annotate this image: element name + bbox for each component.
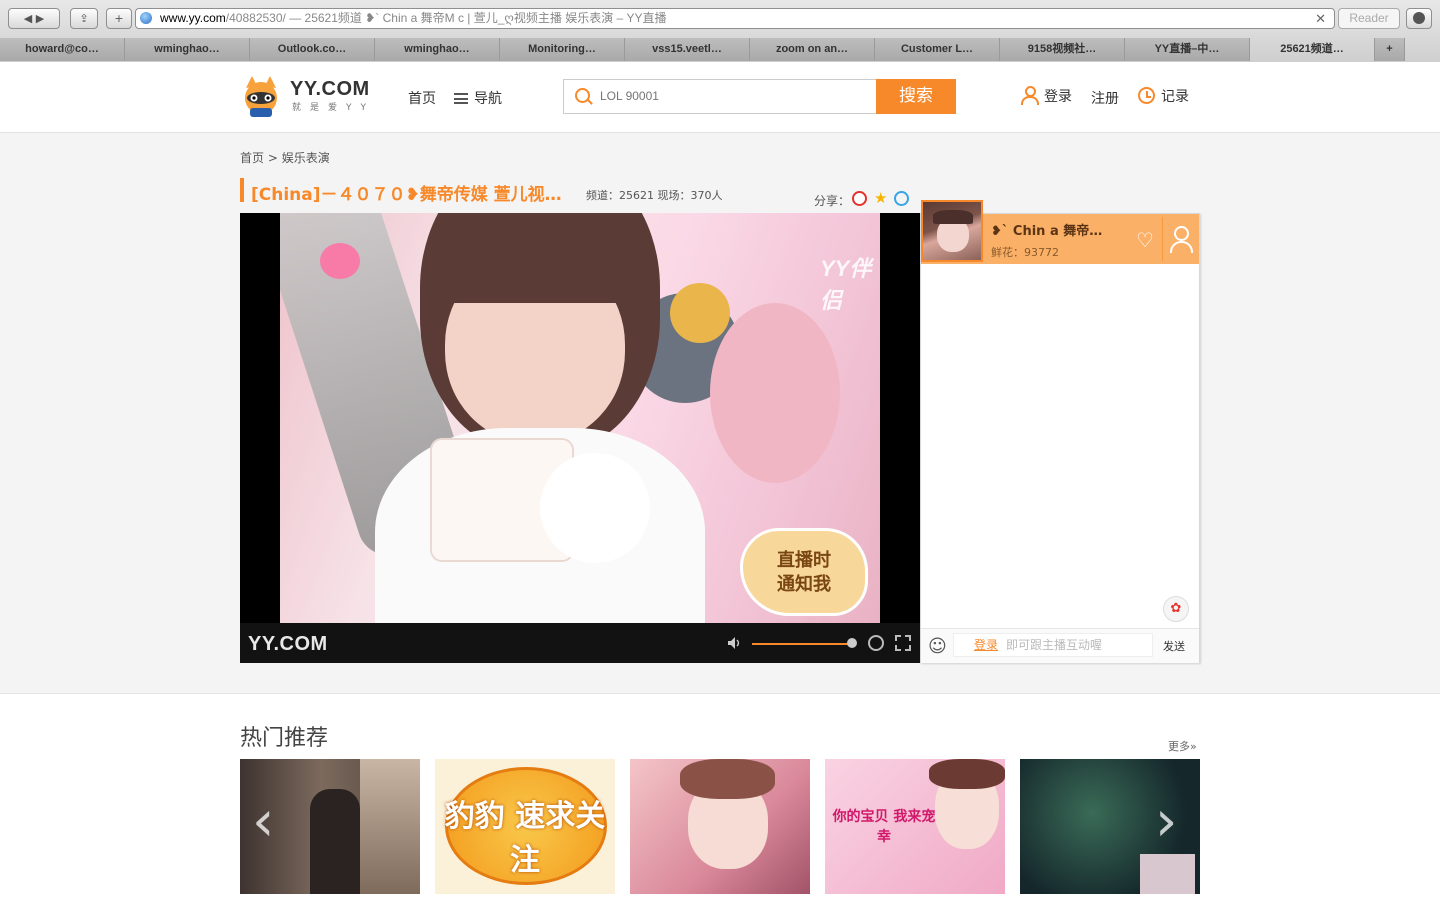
new-page-button[interactable]: + xyxy=(106,8,132,29)
history-link[interactable]: 记录 xyxy=(1138,86,1189,106)
more-link[interactable]: 更多» xyxy=(1168,738,1197,754)
browser-tab[interactable]: Customer L… xyxy=(875,38,1000,61)
recommendation-thumbnail[interactable]: 你的宝贝 我来宠幸 xyxy=(825,759,1005,894)
browser-tab-active[interactable]: 25621频道… xyxy=(1250,38,1375,61)
thumb-caption: 豹豹 速求关注 xyxy=(444,799,606,878)
user-icon xyxy=(1020,86,1039,105)
nav-menu-label: 导航 xyxy=(474,91,502,107)
clock-icon xyxy=(1138,87,1155,104)
login-link[interactable]: 登录 xyxy=(1020,86,1072,106)
qzone-star-icon[interactable]: ★ xyxy=(874,191,889,206)
browser-tab[interactable]: zoom on an… xyxy=(750,38,875,61)
volume-slider[interactable] xyxy=(752,643,850,645)
search-icon xyxy=(575,88,590,103)
browser-tab[interactable]: vss15.veetl… xyxy=(625,38,750,61)
reader-button[interactable]: Reader xyxy=(1338,8,1400,29)
browser-tab[interactable]: howard@co… xyxy=(0,38,125,61)
nav-home-link[interactable]: 首页 xyxy=(408,88,436,108)
download-icon xyxy=(1413,12,1425,24)
chat-input-hint: 即可跟主播互动喔 xyxy=(1006,638,1103,652)
breadcrumb-current[interactable]: 娱乐表演 xyxy=(282,151,330,165)
heart-icon[interactable]: ♡ xyxy=(1136,230,1154,250)
thumb-caption: 你的宝贝 我来宠幸 xyxy=(832,809,936,845)
chat-login-link[interactable]: 登录 xyxy=(974,638,998,652)
history-label: 记录 xyxy=(1161,89,1189,105)
share-page-button[interactable]: ⇪ xyxy=(70,8,98,29)
room-title: [China]－４０７０❥舞帝传媒 萱儿视… xyxy=(251,185,562,205)
flower-count: 鲜花：93772 xyxy=(991,246,1059,259)
browser-tab[interactable]: Outlook.co… xyxy=(250,38,375,61)
notify-line1: 直播时 xyxy=(777,550,831,571)
tencent-share-icon[interactable] xyxy=(894,191,909,206)
new-tab-button[interactable]: + xyxy=(1375,38,1405,61)
audience-count: 现场：370人 xyxy=(657,189,723,202)
browser-tab[interactable]: Monitoring… xyxy=(500,38,625,61)
address-url: www.yy.com/40882530/ — 25621频道 ❥` Chin a… xyxy=(160,11,667,25)
live-video-feed[interactable]: YY伴侣 直播时通知我 xyxy=(280,213,880,623)
channel-number: 频道：25621 xyxy=(586,189,654,202)
mic-icon[interactable]: ✿ xyxy=(1163,596,1189,622)
search-input[interactable] xyxy=(598,88,862,104)
address-bar[interactable]: www.yy.com/40882530/ — 25621频道 ❥` Chin a… xyxy=(135,8,1335,29)
breadcrumb: 首页 > 娱乐表演 xyxy=(240,149,330,166)
breadcrumb-home[interactable]: 首页 xyxy=(240,151,264,165)
hot-title: 热门推荐 xyxy=(240,726,329,751)
bullet-comments-toggle-icon[interactable] xyxy=(868,635,884,651)
title-accent-bar xyxy=(240,178,244,202)
notify-me-badge[interactable]: 直播时 通知我 xyxy=(740,528,868,616)
volume-slider-handle[interactable] xyxy=(847,638,857,648)
nav-menu-link[interactable]: 导航 xyxy=(454,88,502,108)
anchor-info-bar: ❥` Chin a 舞帝… 鲜花：93772 ♡ xyxy=(921,200,1200,264)
back-forward-buttons[interactable]: ◀ ▶ xyxy=(8,8,60,29)
carousel-next-icon[interactable]: › xyxy=(1155,794,1177,850)
yy-companion-watermark: YY伴侣 xyxy=(820,256,872,313)
send-button[interactable]: 发送 xyxy=(1163,638,1185,654)
carousel-prev-icon[interactable]: ‹ xyxy=(252,794,274,850)
emoji-icon[interactable]: ☺ xyxy=(928,638,947,656)
site-header: YY.COM 就是爱YY 首页 导航 搜索 登录 注册 记录 xyxy=(0,62,1440,133)
anchor-name[interactable]: ❥` Chin a 舞帝… xyxy=(991,220,1102,239)
breadcrumb-separator: > xyxy=(267,151,278,165)
logo-text[interactable]: YY.COM xyxy=(290,78,370,101)
browser-tab[interactable]: YY直播–中… xyxy=(1125,38,1250,61)
player-watermark: YY.COM xyxy=(248,633,328,655)
weibo-share-icon[interactable] xyxy=(852,191,867,206)
browser-chrome: ◀ ▶ ⇪ + www.yy.com/40882530/ — 25621频道 ❥… xyxy=(0,0,1440,63)
volume-icon[interactable] xyxy=(727,636,741,650)
browser-tab[interactable]: wminghao… xyxy=(125,38,250,61)
register-link[interactable]: 注册 xyxy=(1091,88,1119,108)
logo-slogan: 就是爱YY xyxy=(292,103,375,113)
share-label: 分享： xyxy=(814,194,851,208)
search-box xyxy=(563,79,877,114)
profile-icon[interactable] xyxy=(1162,217,1200,261)
yy-raccoon-logo-icon[interactable] xyxy=(240,74,282,118)
notify-line2: 通知我 xyxy=(777,574,831,595)
downloads-button[interactable] xyxy=(1406,8,1432,29)
search-button[interactable]: 搜索 xyxy=(876,79,956,114)
anchor-avatar[interactable] xyxy=(921,200,983,262)
hot-recommendations: 热门推荐 更多» 豹豹 速求关注 你的宝贝 我来宠幸 ‹ › xyxy=(0,693,1440,901)
video-player[interactable]: YY伴侣 直播时通知我 YY.COM xyxy=(240,213,920,663)
chat-input-row: ☺ 登录 即可跟主播互动喔 发送 xyxy=(921,628,1199,663)
browser-tab[interactable]: 9158视频社… xyxy=(1000,38,1125,61)
room-info: 频道：25621 现场：370人 xyxy=(586,187,723,203)
recommendation-thumbnail[interactable]: 豹豹 速求关注 xyxy=(435,759,615,894)
chat-panel: ❥` Chin a 舞帝… 鲜花：93772 ♡ ✿ ☺ 登录 即可跟主播互动喔 … xyxy=(920,200,1200,663)
fullscreen-icon[interactable] xyxy=(895,635,911,651)
login-label: 登录 xyxy=(1044,89,1072,105)
player-control-bar: YY.COM xyxy=(240,623,920,663)
tab-bar: howard@co… wminghao… Outlook.co… wmingha… xyxy=(0,38,1440,61)
chat-input[interactable]: 登录 即可跟主播互动喔 xyxy=(953,633,1153,657)
browser-tab[interactable]: wminghao… xyxy=(375,38,500,61)
stop-icon[interactable]: ✕ xyxy=(1315,9,1326,28)
globe-icon xyxy=(140,12,152,24)
recommendation-thumbnail[interactable] xyxy=(630,759,810,894)
menu-icon xyxy=(454,93,468,104)
